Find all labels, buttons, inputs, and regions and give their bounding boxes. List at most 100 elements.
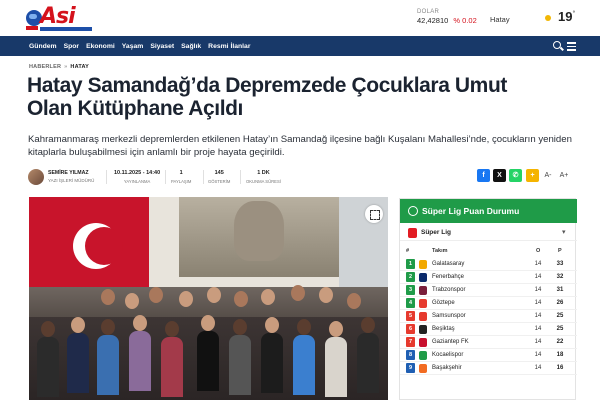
breadcrumb-haberler[interactable]: HABERLER <box>29 64 61 70</box>
expand-icon[interactable] <box>365 205 383 223</box>
reading-time-label: OKUNMA SÜRESİ <box>246 179 281 184</box>
x-share-button[interactable]: X <box>493 169 506 182</box>
share-count-label: PAYLAŞIM <box>171 179 192 184</box>
person-head <box>71 317 85 333</box>
standings-row[interactable]: 7 Gaziantep FK 14 22 <box>400 336 577 349</box>
person <box>67 333 89 393</box>
meta-divider <box>106 170 107 184</box>
more-share-button[interactable]: + <box>526 169 539 182</box>
reading-time: 1 DK OKUNMA SÜRESİ <box>246 170 281 184</box>
facebook-share-button[interactable]: f <box>477 169 490 182</box>
temperature-value: 19 <box>558 9 573 24</box>
person-head <box>261 289 275 305</box>
games-played: 14 <box>534 352 542 358</box>
team-points: 22 <box>556 339 564 345</box>
font-increase-button[interactable]: A+ <box>558 170 570 182</box>
team-position: 8 <box>406 350 415 360</box>
team-position: 6 <box>406 324 415 334</box>
football-icon <box>408 206 418 216</box>
standings-row[interactable]: 3 Trabzonspor 14 31 <box>400 284 577 297</box>
search-icon[interactable] <box>553 41 563 51</box>
city-selector[interactable]: Hatay <box>490 15 510 24</box>
standings-row[interactable]: 2 Fenerbahçe 14 32 <box>400 271 577 284</box>
team-points: 31 <box>556 287 564 293</box>
team-crest-icon <box>419 312 427 321</box>
team-name[interactable]: Fenerbahçe <box>432 274 464 280</box>
nav-item-yasam[interactable]: Yaşam <box>122 43 144 50</box>
team-name[interactable]: Göztepe <box>432 300 455 306</box>
person <box>293 335 315 395</box>
person <box>161 337 183 397</box>
column-position: # <box>406 248 410 254</box>
standings-row[interactable]: 4 Göztepe 14 26 <box>400 297 577 310</box>
author-avatar[interactable] <box>28 169 44 185</box>
team-name[interactable]: Galatasaray <box>432 261 464 267</box>
nav-item-gundem[interactable]: Gündem <box>29 43 57 50</box>
person <box>261 333 283 393</box>
person-head <box>234 291 248 307</box>
league-selector[interactable]: Süper Lig ▾ <box>400 225 577 241</box>
standings-row[interactable]: 5 Samsunspor 14 25 <box>400 310 577 323</box>
site-logo[interactable]: Asi <box>26 6 94 32</box>
author-role: YAZI İŞLERİ MÜDÜRÜ <box>48 178 95 183</box>
person <box>37 337 59 397</box>
site-header: Asi DOLAR 42,42810 % 0.02 Hatay 19° <box>0 0 600 36</box>
team-name[interactable]: Trabzonspor <box>432 287 465 293</box>
standings-row[interactable]: 8 Kocaelispor 14 18 <box>400 349 577 362</box>
currency-value: 42,42810 <box>417 16 449 25</box>
team-position: 7 <box>406 337 415 347</box>
team-name[interactable]: Gaziantep FK <box>432 339 469 345</box>
meta-divider <box>203 170 204 184</box>
whatsapp-share-button[interactable]: ✆ <box>509 169 522 182</box>
person-head <box>179 291 193 307</box>
article-photo[interactable] <box>29 197 388 400</box>
team-name[interactable]: Başakşehir <box>432 365 462 371</box>
nav-item-saglik[interactable]: Sağlık <box>181 43 201 50</box>
breadcrumb: HABERLER» HATAY <box>29 64 89 70</box>
flag-stripe <box>26 26 38 30</box>
team-points: 18 <box>556 352 564 358</box>
temperature-unit: ° <box>572 10 576 18</box>
nav-items: Gündem Spor Ekonomi Yaşam Siyaset Sağlık… <box>29 36 257 56</box>
league-logo-icon <box>408 228 417 238</box>
nav-item-ekonomi[interactable]: Ekonomi <box>86 43 115 50</box>
nav-item-spor[interactable]: Spor <box>64 43 79 50</box>
author-name[interactable]: SEMİRE YILMAZ <box>48 170 89 176</box>
meta-divider <box>240 170 241 184</box>
temperature: 19° <box>558 9 575 24</box>
standings-row[interactable]: 9 Başakşehir 14 16 <box>400 362 577 375</box>
main-nav: Gündem Spor Ekonomi Yaşam Siyaset Sağlık… <box>0 36 600 56</box>
person-head <box>125 293 139 309</box>
person <box>129 331 151 391</box>
person <box>97 335 119 395</box>
breadcrumb-separator: » <box>64 64 68 70</box>
standings-row[interactable]: 6 Beşiktaş 14 25 <box>400 323 577 336</box>
person <box>325 337 347 397</box>
nav-item-siyaset[interactable]: Siyaset <box>150 43 174 50</box>
person-head <box>265 317 279 333</box>
team-crest-icon <box>419 364 427 373</box>
team-name[interactable]: Beşiktaş <box>432 326 455 332</box>
games-played: 14 <box>534 326 542 332</box>
person-head <box>319 287 333 303</box>
view-count: 145 GÖSTERİM <box>208 170 230 184</box>
currency-ticker[interactable]: DOLAR 42,42810 % 0.02 <box>417 9 477 25</box>
team-name[interactable]: Samsunspor <box>432 313 466 319</box>
x-icon: X <box>497 172 502 179</box>
portrait <box>234 201 284 261</box>
team-name[interactable]: Kocaelispor <box>432 352 463 358</box>
meta-divider <box>165 170 166 184</box>
games-played: 14 <box>534 287 542 293</box>
article-lead: Kahramanmaraş merkezli depremlerden etki… <box>28 134 572 158</box>
person-head <box>291 285 305 301</box>
standings-row[interactable]: 1 Galatasaray 14 33 <box>400 258 577 271</box>
team-crest-icon <box>419 351 427 360</box>
nav-item-resmi-ilanlar[interactable]: Resmi İlanlar <box>208 43 250 50</box>
person-head <box>329 321 343 337</box>
font-decrease-button[interactable]: A- <box>542 170 554 182</box>
reading-time-value: 1 DK <box>257 170 270 176</box>
published-label: YAYINLANMA <box>123 179 151 184</box>
breadcrumb-hatay[interactable]: HATAY <box>70 64 89 70</box>
view-count-label: GÖSTERİM <box>208 179 231 184</box>
menu-icon[interactable] <box>567 42 576 51</box>
